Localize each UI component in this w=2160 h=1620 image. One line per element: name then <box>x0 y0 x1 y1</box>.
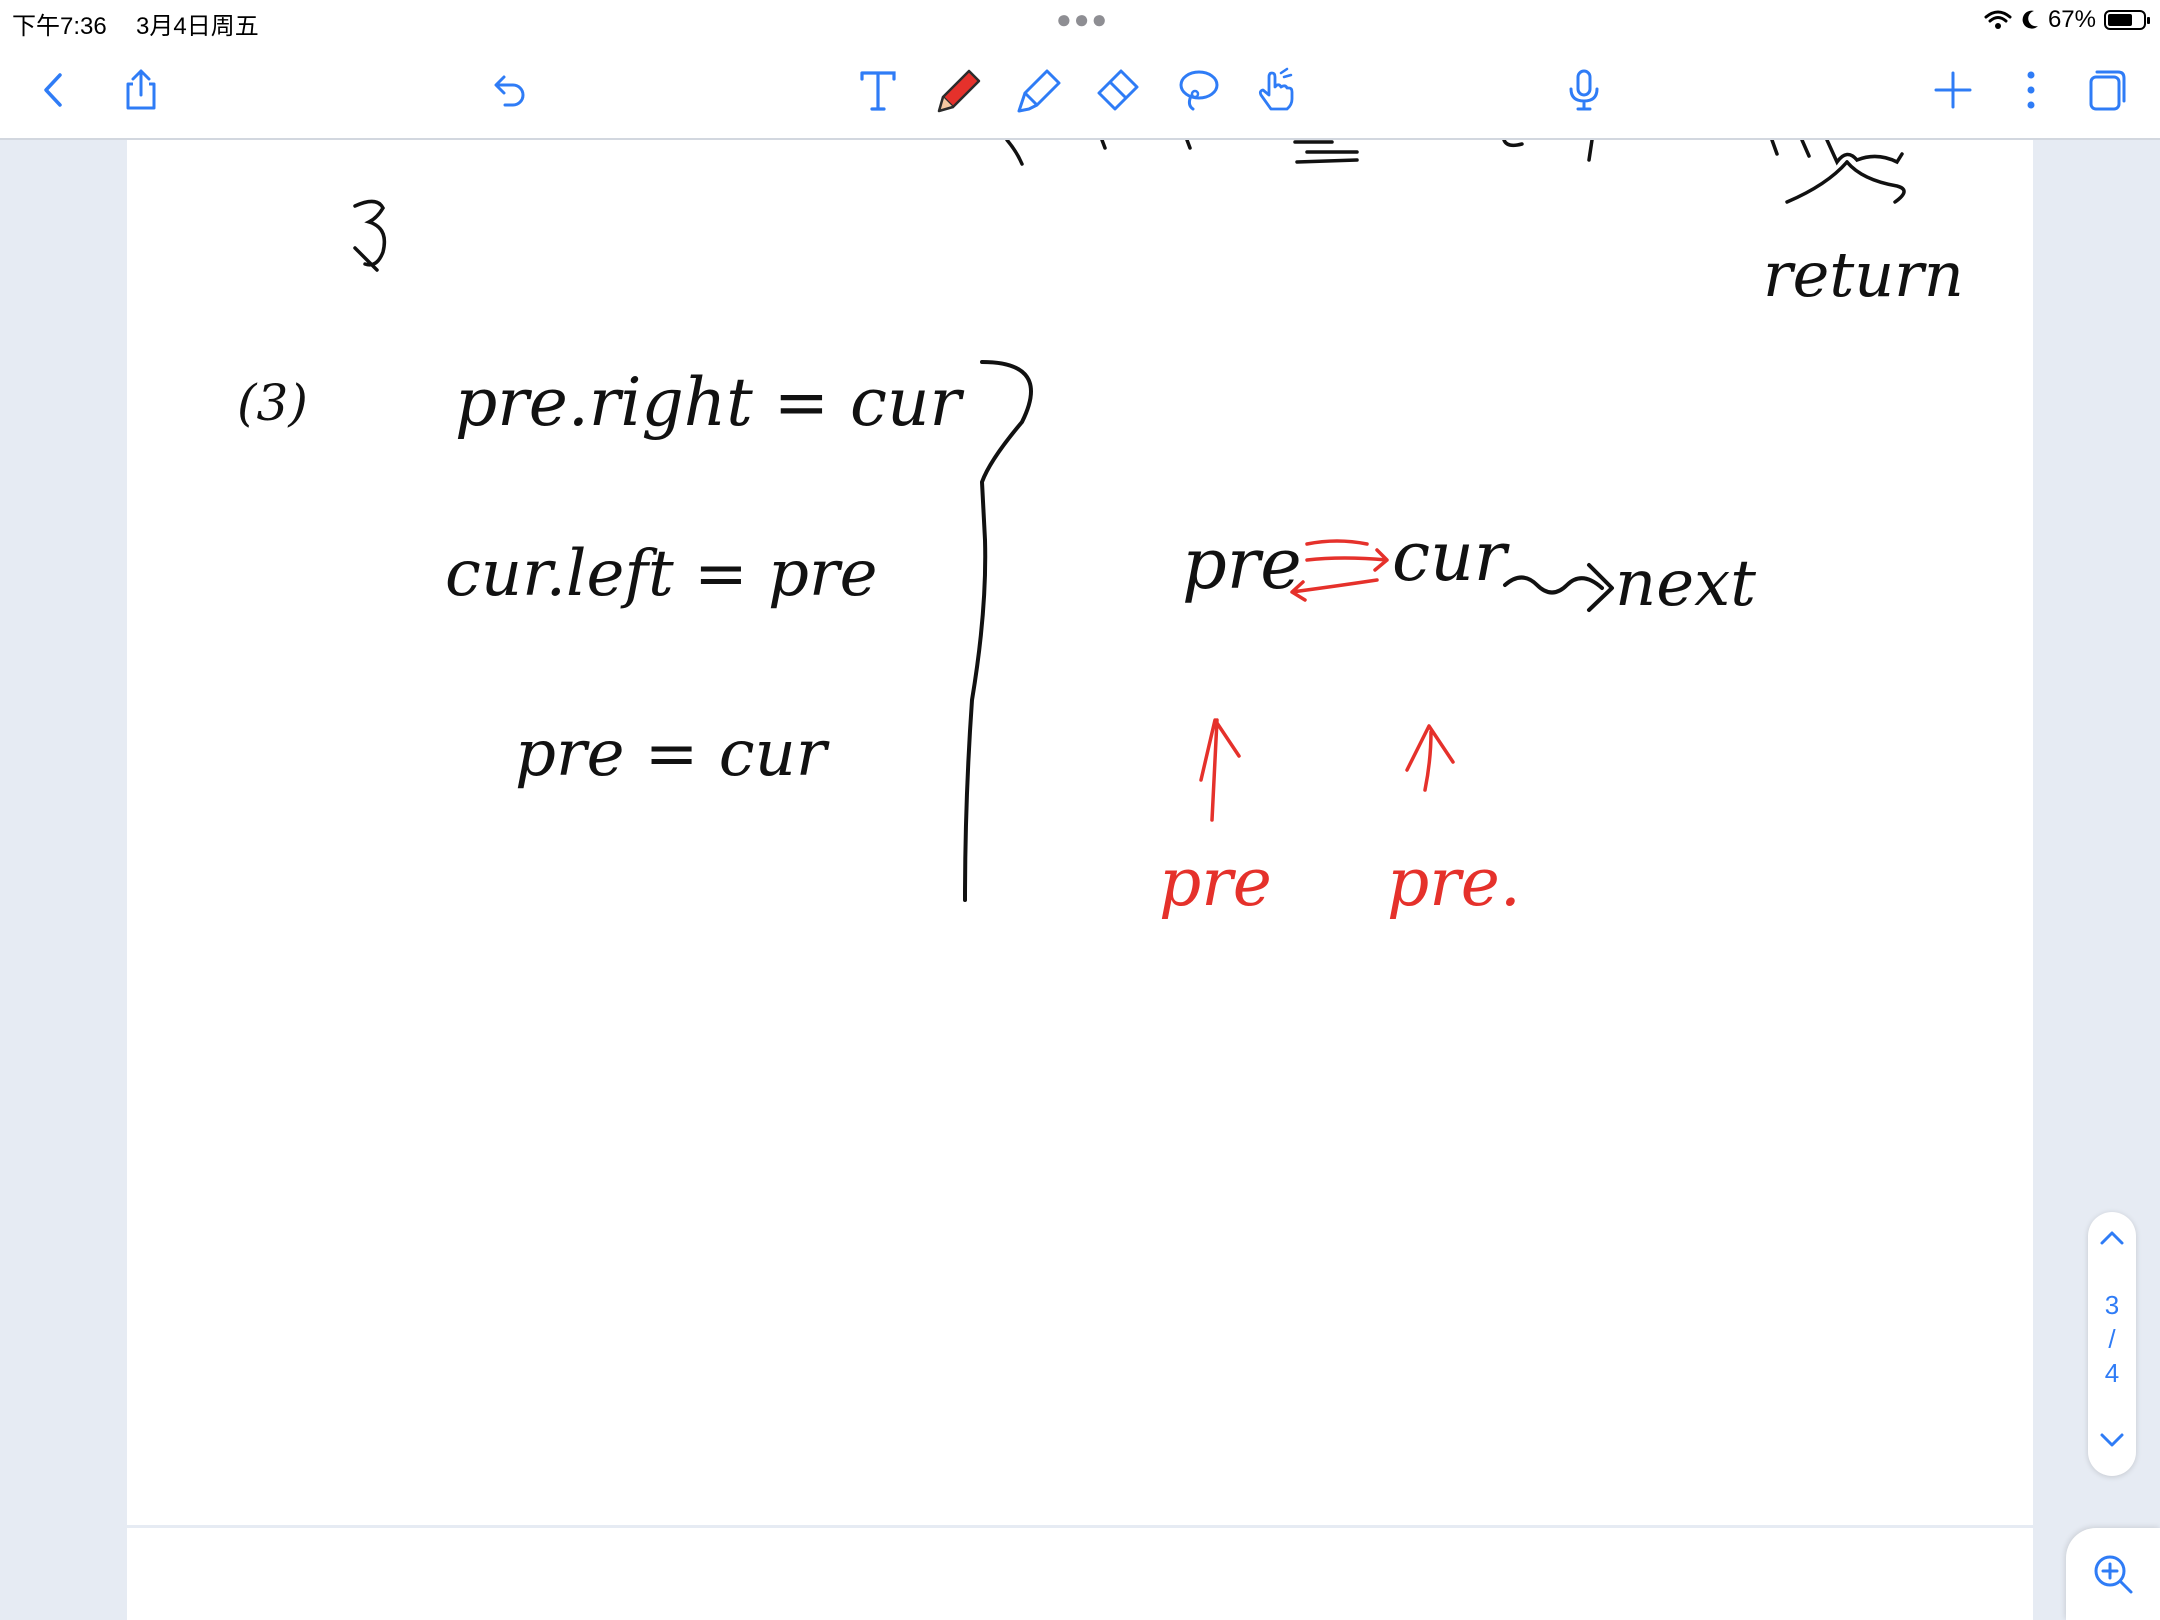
eraser-tool-icon <box>1097 69 1139 111</box>
battery-percent: 67% <box>2047 6 2096 33</box>
undo-icon <box>494 75 525 107</box>
highlighter-tool-button[interactable] <box>1012 62 1068 118</box>
pages-button[interactable] <box>2078 62 2134 118</box>
add-button[interactable] <box>1925 62 1981 118</box>
diagram-node-next: next <box>1615 547 1756 621</box>
page-up-button[interactable] <box>2098 1212 2126 1262</box>
eraser-tool-button[interactable] <box>1090 62 1146 118</box>
status-time: 下午7:36 <box>12 13 107 40</box>
pointer-label-1: pre <box>1159 844 1272 921</box>
undo-button[interactable] <box>480 62 536 118</box>
chevron-left-icon <box>44 73 62 107</box>
chevron-down-icon <box>2100 1433 2124 1447</box>
wifi-icon <box>1984 10 2012 29</box>
share-button[interactable] <box>113 62 169 118</box>
highlighter-tool-icon <box>1017 69 1061 113</box>
plus-icon <box>1934 71 1972 109</box>
code-line-3: pre = cur <box>515 717 830 791</box>
section-marker: (3) <box>237 374 308 432</box>
pen-tool-icon <box>937 69 981 113</box>
next-arrow <box>1503 563 1614 612</box>
digit-three-stroke <box>353 199 387 272</box>
multitasking-dots-icon[interactable]: ●●● <box>1056 4 1109 35</box>
page-navigator: 3 / 4 <box>2088 1212 2136 1476</box>
pointer-tool-button[interactable] <box>1248 62 1304 118</box>
handwriting-canvas[interactable]: return (3) pre.right = cur cur.left = pr… <box>127 140 2033 1525</box>
zoom-in-icon <box>2094 1555 2133 1594</box>
pages-icon <box>2089 70 2126 111</box>
note-page[interactable]: return (3) pre.right = cur cur.left = pr… <box>127 140 2033 1525</box>
microphone-button[interactable] <box>1556 62 1612 118</box>
share-icon <box>126 69 156 110</box>
cut-off-strokes <box>1005 140 1906 204</box>
pointer-hand-icon <box>1258 67 1294 111</box>
microphone-icon <box>1569 69 1599 111</box>
text-tool-button[interactable] <box>850 62 906 118</box>
battery-icon <box>2104 10 2150 30</box>
status-right: 67% <box>1984 6 2150 34</box>
toolbar <box>0 40 2160 140</box>
return-label: return <box>1763 238 1964 311</box>
next-page-preview[interactable] <box>127 1528 2033 1620</box>
moon-icon <box>2022 10 2038 29</box>
diagram-node-pre: pre <box>1182 523 1302 605</box>
grouping-brace <box>963 360 1033 902</box>
lasso-tool-icon <box>1179 70 1219 111</box>
code-line-2: cur.left = pre <box>445 537 877 611</box>
diagram-node-cur: cur <box>1392 518 1510 597</box>
status-date: 3月4日周五 <box>136 13 259 40</box>
zoom-button[interactable] <box>2066 1528 2160 1620</box>
current-page: 3 <box>2104 1290 2120 1320</box>
code-line-1: pre.right = cur <box>455 364 965 441</box>
page-down-button[interactable] <box>2098 1416 2126 1466</box>
page-separator: / <box>2108 1324 2116 1354</box>
more-button[interactable] <box>2003 62 2059 118</box>
text-tool-icon <box>860 71 896 111</box>
pen-tool-button[interactable] <box>932 62 988 118</box>
pointer-label-2: pre. <box>1387 844 1521 921</box>
total-pages: 4 <box>2104 1358 2120 1388</box>
status-bar: 下午7:36 3月4日周五 ●●● 67% <box>0 0 2160 40</box>
back-button[interactable] <box>25 62 81 118</box>
pointer-arrows <box>1199 718 1455 822</box>
chevron-up-icon <box>2100 1231 2124 1245</box>
double-arrow <box>1290 539 1389 602</box>
more-options-icon <box>2027 71 2035 109</box>
lasso-tool-button[interactable] <box>1170 62 1226 118</box>
